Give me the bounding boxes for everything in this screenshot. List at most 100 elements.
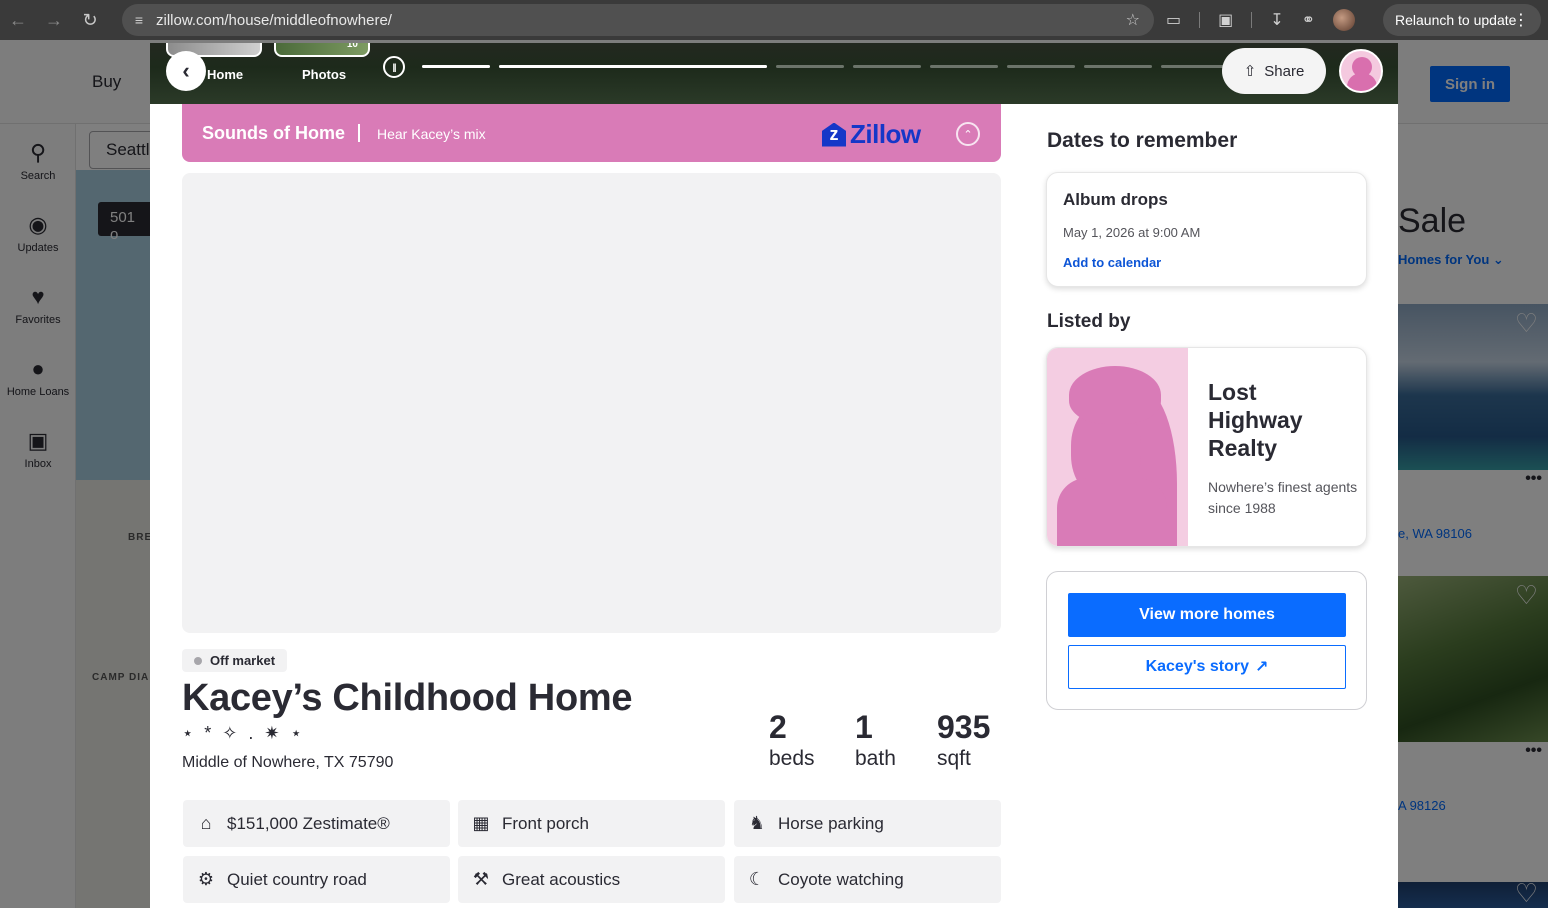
photos-thumbnail[interactable]: 10 <box>274 43 370 57</box>
album-drop-card: Album drops May 1, 2026 at 9:00 AM Add t… <box>1046 172 1367 287</box>
dates-heading: Dates to remember <box>1047 129 1238 152</box>
sounds-of-home-banner[interactable]: Sounds of Home Hear Kacey’s mix z Zillow… <box>182 104 1001 162</box>
bookmark-star-icon[interactable]: ☆ <box>1126 10 1140 30</box>
share-button[interactable]: ⇧ Share <box>1222 48 1326 94</box>
story-progress-segment[interactable] <box>1084 65 1152 68</box>
address-bar[interactable]: ≡ zillow.com/house/middleofnowhere/ ☆ <box>122 4 1154 36</box>
add-to-calendar-link[interactable]: Add to calendar <box>1063 255 1161 270</box>
story-progress-segment[interactable] <box>1161 65 1229 68</box>
agent-silhouette <box>1057 478 1167 546</box>
sparkles-decoration: ⋆ * ✧ . ✷ ⋆ <box>182 723 305 743</box>
feature-horse-parking: ♞ Horse parking <box>734 800 1001 847</box>
browser-toolbar: ← → ↻ ≡ zillow.com/house/middleofnowhere… <box>0 0 1548 40</box>
external-link-icon: ↗ <box>1255 659 1269 676</box>
reload-icon[interactable]: ↻ <box>72 0 108 40</box>
download-icon[interactable]: ↧ <box>1270 10 1283 30</box>
story-progress-segment[interactable] <box>422 65 490 68</box>
performance-icon[interactable]: ⚭ <box>1302 10 1315 30</box>
profile-avatar[interactable] <box>1333 9 1356 31</box>
status-label: Off market <box>210 653 276 668</box>
share-icon: ⇧ <box>1243 63 1257 80</box>
hammer-icon: ⚒ <box>472 869 490 889</box>
stat-beds: 2 beds <box>769 708 815 772</box>
stat-value: 935 <box>937 709 991 745</box>
zillow-logo-icon: z <box>822 122 846 147</box>
stat-baths: 1 bath <box>855 708 896 772</box>
album-date: May 1, 2026 at 9:00 AM <box>1063 225 1201 240</box>
banner-divider <box>358 124 360 142</box>
home-story-modal: 10 ‹ Home Photos || ⇧ Share Sounds of Ho… <box>150 43 1398 908</box>
story-progress-fill <box>499 65 767 68</box>
relaunch-button[interactable]: Relaunch to update ⋮ <box>1383 4 1541 36</box>
feature-label: Coyote watching <box>778 869 904 889</box>
property-title: Kacey’s Childhood Home <box>182 677 633 719</box>
photo-count: 10 <box>346 43 358 50</box>
feature-country-road: ⚙ Quiet country road <box>183 856 450 903</box>
story-progress-segment[interactable] <box>499 65 767 68</box>
agency-name: Lost Highway Realty <box>1208 379 1303 461</box>
feature-acoustics: ⚒ Great acoustics <box>458 856 725 903</box>
share-label: Share <box>1264 62 1305 80</box>
lens-icon[interactable]: ▣ <box>1218 10 1233 30</box>
zillow-house-icon: ⌂ <box>200 813 212 833</box>
album-title: Album drops <box>1063 190 1168 209</box>
listing-agent-card: Lost Highway Realty Nowhere’s finest age… <box>1046 347 1367 547</box>
artist-avatar[interactable] <box>1339 49 1383 93</box>
stat-label: bath <box>855 747 896 770</box>
chevron-left-icon: ‹ <box>182 58 190 83</box>
pause-icon[interactable]: || <box>383 56 405 78</box>
feature-label: Front porch <box>502 813 589 833</box>
toolbar-divider <box>1251 12 1253 28</box>
toolbar-divider <box>1199 12 1201 28</box>
relaunch-label: Relaunch to update <box>1395 12 1517 28</box>
agent-silhouette <box>1069 366 1161 424</box>
story-header: 10 ‹ Home Photos || ⇧ Share <box>150 43 1398 104</box>
kaceys-story-label: Kacey's story <box>1145 658 1249 675</box>
tab-photos[interactable]: Photos <box>302 67 346 82</box>
horse-icon: ♞ <box>748 813 766 833</box>
story-progress-segment[interactable] <box>1007 65 1075 68</box>
forward-arrow-icon[interactable]: → <box>36 0 72 40</box>
media-area[interactable] <box>182 173 1001 633</box>
status-dot <box>194 656 202 665</box>
feature-label: $151,000 Zestimate® <box>227 813 390 833</box>
actions-card: View more homes Kacey's story ↗ <box>1046 571 1367 710</box>
story-progress-segment[interactable] <box>930 65 998 68</box>
stat-label: sqft <box>937 747 971 770</box>
more-vertical-icon[interactable]: ⋮ <box>1513 10 1529 30</box>
moon-icon: ☾ <box>748 869 766 889</box>
listed-by-heading: Listed by <box>1047 311 1131 332</box>
feature-zestimate: ⌂ $151,000 Zestimate® <box>183 800 450 847</box>
banner-title: Sounds of Home <box>202 123 345 143</box>
zillow-wordmark: Zillow <box>850 119 921 149</box>
site-settings-icon[interactable]: ≡ <box>122 12 156 28</box>
building-icon: ▦ <box>472 813 490 833</box>
story-progress-segment[interactable] <box>853 65 921 68</box>
back-button[interactable]: ‹ <box>166 51 206 91</box>
chevron-up-icon[interactable]: ⌃ <box>956 122 980 146</box>
property-address: Middle of Nowhere, TX 75790 <box>182 754 394 771</box>
tab-home[interactable]: Home <box>207 67 243 82</box>
stat-value: 2 <box>769 709 787 745</box>
feature-front-porch: ▦ Front porch <box>458 800 725 847</box>
agent-photo <box>1047 348 1188 546</box>
extensions-icon[interactable]: ▭ <box>1166 10 1181 30</box>
back-arrow-icon[interactable]: ← <box>0 0 36 40</box>
feature-label: Great acoustics <box>502 869 621 889</box>
kaceys-story-button[interactable]: Kacey's story ↗ <box>1068 645 1346 689</box>
toolbar-icons: ▭ ▣ ↧ ⚭ <box>1166 0 1356 40</box>
stat-label: beds <box>769 747 815 770</box>
tractor-icon: ⚙ <box>197 869 215 889</box>
zillow-logo: z Zillow <box>822 119 921 150</box>
stat-value: 1 <box>855 709 873 745</box>
story-progress-segment[interactable] <box>776 65 844 68</box>
status-badge: Off market <box>182 649 288 672</box>
feature-label: Quiet country road <box>227 869 367 889</box>
banner-subtitle[interactable]: Hear Kacey’s mix <box>377 126 486 142</box>
feature-label: Horse parking <box>778 813 884 833</box>
view-more-homes-button[interactable]: View more homes <box>1068 593 1346 637</box>
story-progress-fill <box>422 65 490 68</box>
stat-sqft: 935 sqft <box>937 708 990 772</box>
url-text[interactable]: zillow.com/house/middleofnowhere/ <box>156 12 392 29</box>
feature-coyote-watching: ☾ Coyote watching <box>734 856 1001 903</box>
